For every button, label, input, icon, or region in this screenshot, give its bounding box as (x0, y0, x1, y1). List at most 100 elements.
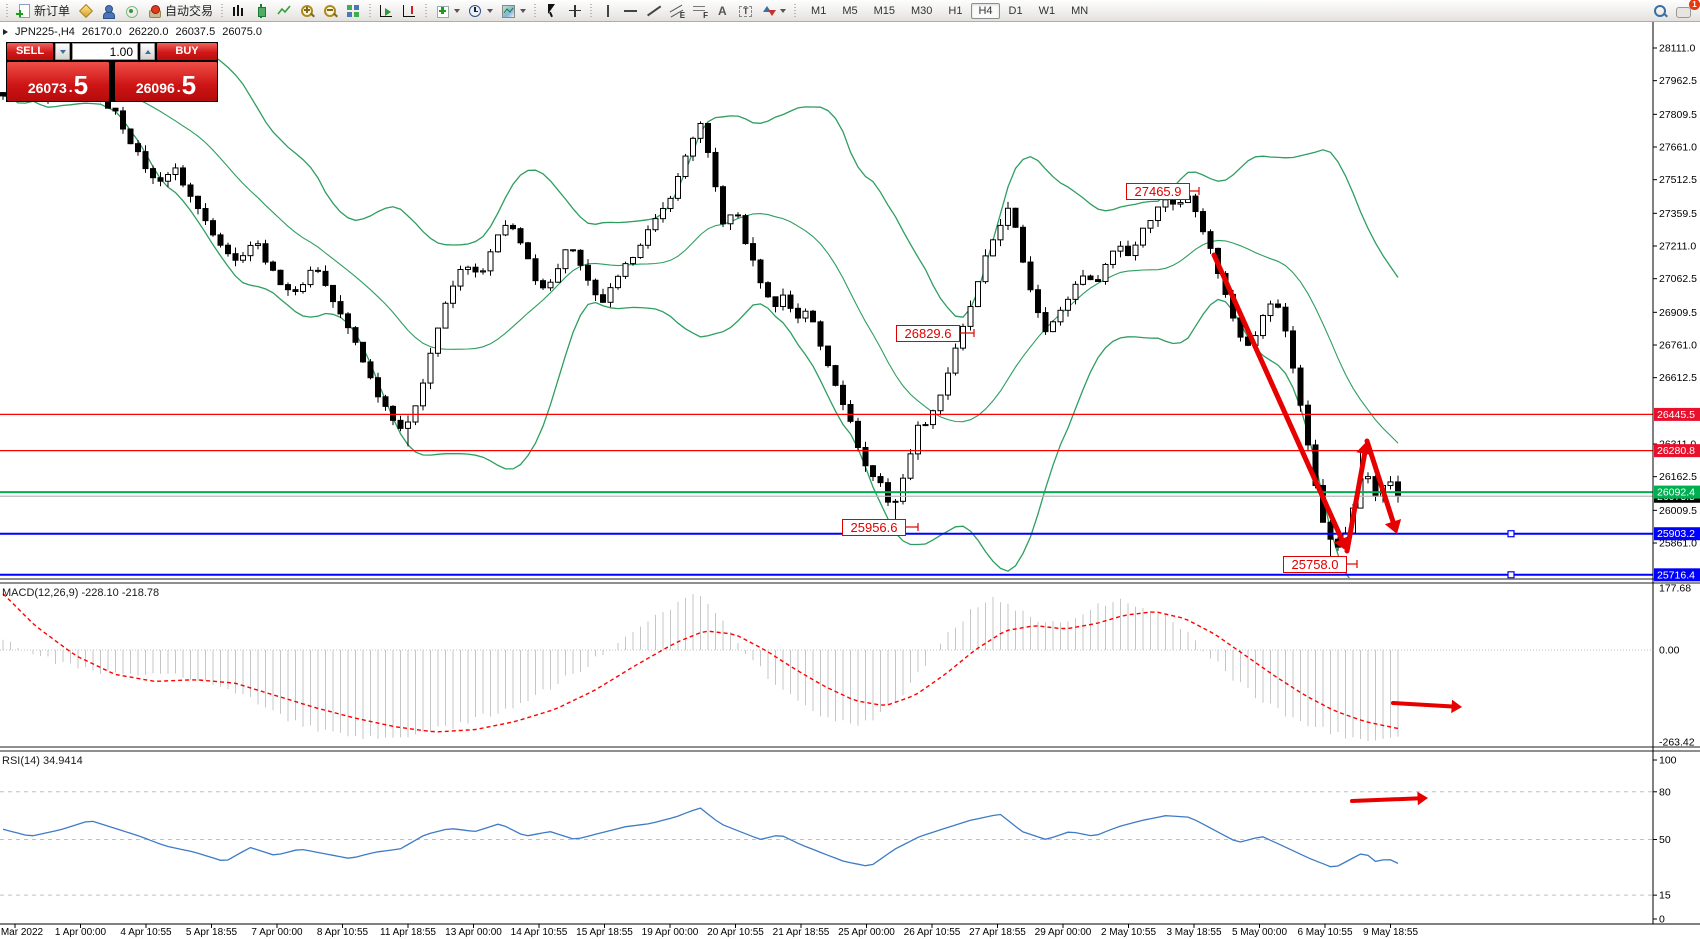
time-axis-label: 4 Apr 10:55 (120, 927, 172, 938)
bar-chart-mode-button[interactable] (227, 2, 250, 20)
price-annotation[interactable]: 27465.9 (1126, 183, 1190, 200)
price-axis-label: 26009.5 (1659, 505, 1697, 517)
equidistant-channel-icon: E (669, 4, 684, 18)
horizontal-line-tool-button[interactable] (619, 2, 642, 20)
symbol-name: JPN225-,H4 (15, 26, 75, 38)
notifications-icon[interactable]: 1 (1676, 4, 1694, 18)
time-axis-label: 2 May 10:55 (1101, 927, 1156, 938)
template-icon (501, 4, 516, 18)
sell-price[interactable]: 26073.5 (7, 62, 109, 101)
vertical-line-tool-button[interactable] (596, 2, 619, 20)
fibonacci-tool-button[interactable]: F (688, 2, 711, 20)
zoom-in-button[interactable] (296, 2, 319, 20)
crosshair-tool-button[interactable] (563, 2, 586, 20)
arrows-tool-button[interactable] (757, 2, 790, 20)
text-icon: A (715, 4, 730, 18)
timeframe-MN[interactable]: MN (1064, 3, 1095, 19)
zoom-out-icon (323, 4, 338, 18)
chevron-down-icon (780, 9, 786, 13)
time-axis-label: 9 May 18:55 (1363, 927, 1418, 938)
volume-increase-button[interactable] (140, 43, 155, 60)
price-annotation[interactable]: 26829.6 (896, 325, 960, 342)
text-tool-button[interactable]: A (711, 2, 734, 20)
timeframe-H4[interactable]: H4 (971, 3, 999, 19)
auto-scroll-icon (379, 4, 394, 18)
zoom-out-button[interactable] (319, 2, 342, 20)
market-watch-button[interactable] (97, 2, 120, 20)
chart-ohlc-header: JPN225-,H4 26170.0 26220.0 26037.5 26075… (3, 26, 262, 38)
macd-indicator-label: MACD(12,26,9) -228.10 -218.78 (2, 587, 159, 599)
chevron-down-icon (520, 9, 526, 13)
indicators-button[interactable] (431, 2, 464, 20)
sell-button[interactable]: SELL (7, 43, 53, 60)
rsi-axis-label: 100 (1659, 755, 1677, 767)
ohlc-low: 26037.5 (175, 26, 215, 38)
buy-button[interactable]: BUY (157, 43, 217, 60)
time-axis-label: 8 Apr 10:55 (317, 927, 369, 938)
price-axis-label: 27512.5 (1659, 174, 1697, 186)
volume-input[interactable] (72, 43, 138, 60)
timeframe-M30[interactable]: M30 (904, 3, 939, 19)
person-icon (101, 4, 116, 18)
templates-button[interactable] (497, 2, 530, 20)
timeframe-D1[interactable]: D1 (1002, 3, 1030, 19)
time-axis-label: 21 Apr 18:55 (773, 927, 830, 938)
price-tag-label: 26092.4 (1657, 487, 1695, 499)
time-axis-label: 5 Apr 18:55 (186, 927, 238, 938)
tile-windows-icon (346, 4, 361, 18)
line-handle[interactable] (1508, 572, 1514, 578)
price-tag-label: 25716.4 (1657, 569, 1695, 581)
annotation-arrow[interactable] (1352, 798, 1421, 801)
price-axis-label: 26761.0 (1659, 340, 1697, 352)
timeframe-W1[interactable]: W1 (1032, 3, 1063, 19)
chevron-down-icon (454, 9, 460, 13)
price-annotation[interactable]: 25956.6 (842, 519, 906, 536)
text-label-tool-button[interactable]: T (734, 2, 757, 20)
price-annotation[interactable]: 25758.0 (1283, 556, 1347, 573)
toolbar: 新订单 自动交易 (0, 0, 1700, 22)
price-axis-label: 27661.0 (1659, 142, 1697, 154)
new-order-button[interactable]: 新订单 (12, 2, 74, 20)
cursor-icon (544, 4, 559, 18)
time-axis-label: 5 May 00:00 (1232, 927, 1287, 938)
time-axis-label: 19 Apr 00:00 (642, 927, 699, 938)
cursor-tool-button[interactable] (540, 2, 563, 20)
auto-trading-button[interactable]: 自动交易 (143, 2, 217, 20)
line-handle[interactable] (1508, 531, 1514, 537)
channel-tool-button[interactable]: E (665, 2, 688, 20)
price-axis-label: 27359.5 (1659, 208, 1697, 220)
arrow-shapes-icon (761, 4, 776, 18)
separator (590, 4, 592, 18)
notification-badge: 1 (1689, 0, 1700, 10)
time-axis-label: 25 Apr 00:00 (838, 927, 895, 938)
horizontal-line-icon (623, 4, 638, 18)
crosshair-icon (567, 4, 582, 18)
timeframe-M15[interactable]: M15 (867, 3, 902, 19)
price-axis-label: 27962.5 (1659, 75, 1697, 87)
chart-shift-button[interactable] (398, 2, 421, 20)
time-axis-label: 3 May 18:55 (1166, 927, 1221, 938)
line-chart-icon (277, 4, 292, 18)
timeframe-M5[interactable]: M5 (835, 3, 864, 19)
rsi-indicator-label: RSI(14) 34.9414 (2, 755, 83, 767)
search-icon[interactable] (1653, 4, 1668, 18)
triangle-down-icon (60, 50, 66, 54)
timeframe-H1[interactable]: H1 (941, 3, 969, 19)
price-axis-label: 27211.0 (1659, 241, 1696, 253)
candlestick-mode-button[interactable] (250, 2, 273, 20)
signal-icon (124, 4, 139, 18)
chart-profile-button[interactable] (74, 2, 97, 20)
rsi-axis-label: 50 (1659, 834, 1671, 846)
timeframe-M1[interactable]: M1 (804, 3, 833, 19)
trendline-tool-button[interactable] (642, 2, 665, 20)
auto-scroll-button[interactable] (375, 2, 398, 20)
tile-windows-button[interactable] (342, 2, 365, 20)
signal-button[interactable] (120, 2, 143, 20)
periods-button[interactable] (464, 2, 497, 20)
bar-chart-icon (231, 4, 246, 18)
buy-price[interactable]: 26096.5 (115, 62, 217, 101)
price-chart-canvas[interactable]: 28111.027962.527809.527661.027512.527359… (0, 0, 1700, 939)
volume-decrease-button[interactable] (55, 43, 70, 60)
line-chart-mode-button[interactable] (273, 2, 296, 20)
ohlc-close: 26075.0 (222, 26, 262, 38)
